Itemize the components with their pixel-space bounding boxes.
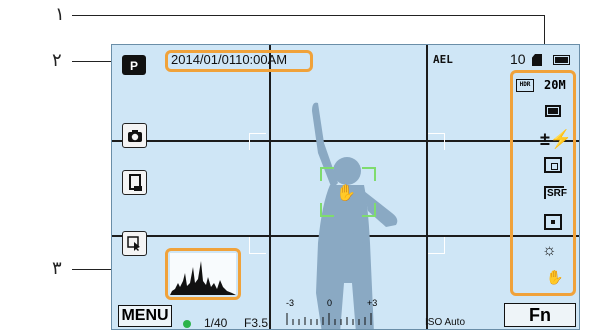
callout-1-leader [72,15,544,17]
af-point-corner-tr [362,167,376,181]
iso-value: ISO Auto [425,317,466,328]
quality-icon [545,105,561,117]
grid-line-v1 [269,45,271,329]
srf-icon: SRF [544,186,567,199]
subject-silhouette [312,102,398,329]
white-balance-icon: ☼ [542,242,557,259]
shutter-speed: 1/40 [204,316,228,330]
histogram-graph [170,261,236,295]
af-frame-corner-bl [249,237,266,254]
af-area-icon [544,214,562,230]
af-frame-corner-br [428,237,445,254]
af-point-corner-br [362,203,376,217]
menu-button[interactable]: MENU [118,305,172,327]
callout-3: ٣ [52,258,62,279]
ev-minus-label: -3 [286,298,295,308]
grid-line-v2 [426,45,428,329]
memory-card-icon [532,54,542,66]
histogram [170,253,236,295]
settings-highlight [510,70,576,296]
touch-af-icon[interactable] [122,231,147,256]
shots-remaining: 10 [510,51,526,67]
shake-warning-icon: ✋ [336,185,356,202]
hdr-icon: HDR [516,79,534,92]
ev-zero-label: 0 [327,298,333,308]
af-frame-corner-tl [249,133,266,150]
af-frame-corner-tr [428,133,445,150]
smart-filter-icon[interactable] [122,123,147,148]
status-dot [183,320,191,328]
battery-icon [553,55,570,65]
callout-1: ١ [55,4,65,25]
af-point-corner-bl [320,203,334,217]
aperture-value: F3.5 [244,316,269,330]
fn-button[interactable]: Fn [504,303,576,327]
callout-2: ٢ [52,50,62,71]
metering-icon [544,157,562,173]
flash-icon: ±⚡ [540,129,573,149]
exposure-scale [286,313,372,325]
display-off-icon[interactable] [122,170,147,195]
camera-viewfinder: ✋ P 2014/01/0110:00AM AEL 10 HDR 20M ±⚡ … [111,44,580,330]
datetime-display: 2014/01/0110:00AM [171,52,288,67]
mode-p-icon: P [122,55,146,75]
af-point-corner-tl [320,167,334,181]
ev-plus-label: +3 [367,298,378,308]
photo-size-icon: 20M [544,78,566,92]
ois-icon: ✋ [546,269,564,285]
ael-indicator: AEL [433,53,453,66]
